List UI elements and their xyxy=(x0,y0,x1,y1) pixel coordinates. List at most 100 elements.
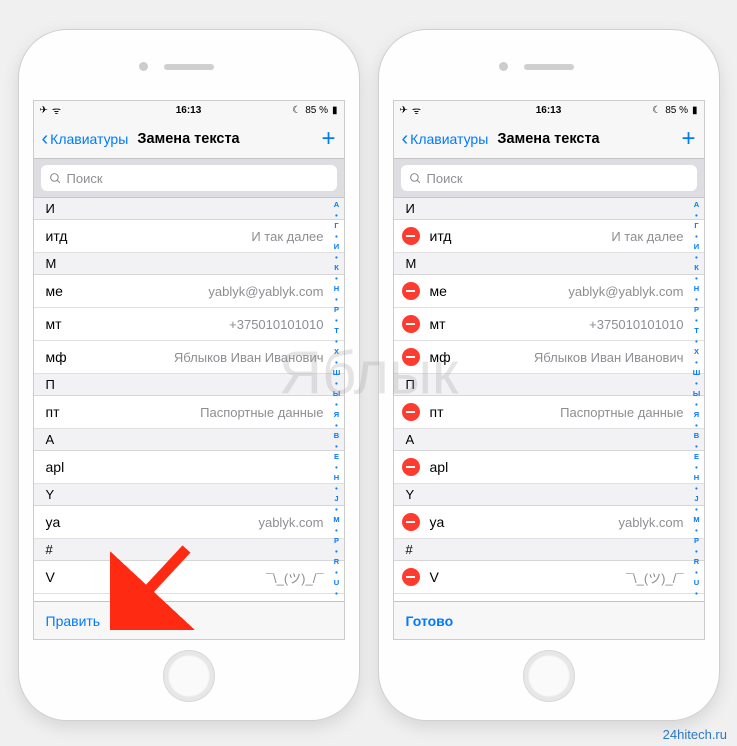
airplane-icon: ✈ xyxy=(400,105,408,116)
shortcut-key: V xyxy=(430,569,439,585)
shortcut-phrase: +375010101010 xyxy=(589,317,689,332)
delete-icon[interactable] xyxy=(402,403,420,421)
delete-icon[interactable] xyxy=(402,348,420,366)
toolbar: Править xyxy=(34,601,344,639)
section-header: И xyxy=(34,198,344,220)
shortcut-row[interactable]: мф Яблыков Иван Иванович xyxy=(394,341,704,374)
screen-left: ✈ ᯤ 16:13 ☾ 85 % ▮ ‹ Клавиатуры Замена т… xyxy=(33,100,345,640)
dnd-moon-icon: ☾ xyxy=(292,105,301,116)
search-placeholder: Поиск xyxy=(67,171,103,186)
shortcut-key: apl xyxy=(430,459,449,475)
delete-icon[interactable] xyxy=(402,458,420,476)
shortcut-row[interactable]: V ¯\_(ツ)_/¯ xyxy=(34,561,344,594)
shortcut-row[interactable]: ме yablyk@yablyk.com xyxy=(394,275,704,308)
section-header: # xyxy=(34,539,344,561)
home-button[interactable] xyxy=(163,650,215,702)
section-header: A xyxy=(394,429,704,451)
edit-button[interactable]: Править xyxy=(46,613,101,629)
wifi-icon: ᯤ xyxy=(412,103,421,117)
phone-left: ✈ ᯤ 16:13 ☾ 85 % ▮ ‹ Клавиатуры Замена т… xyxy=(19,30,359,720)
done-button[interactable]: Готово xyxy=(406,613,454,629)
delete-icon[interactable] xyxy=(402,282,420,300)
add-button[interactable]: + xyxy=(321,127,335,151)
section-header: П xyxy=(34,374,344,396)
battery-icon: ▮ xyxy=(692,105,698,116)
status-bar: ✈ ᯤ 16:13 ☾ 85 % ▮ xyxy=(394,101,704,119)
shortcut-row[interactable]: apl xyxy=(34,451,344,484)
shortcut-row[interactable]: apl xyxy=(394,451,704,484)
shortcut-key: мф xyxy=(430,349,451,365)
back-label: Клавиатуры xyxy=(410,131,488,147)
screen-right: ✈ ᯤ 16:13 ☾ 85 % ▮ ‹ Клавиатуры Замена т… xyxy=(393,100,705,640)
delete-icon[interactable] xyxy=(402,315,420,333)
nav-bar: ‹ Клавиатуры Замена текста + xyxy=(34,119,344,159)
shortcut-key: пт xyxy=(46,404,60,420)
shortcut-phrase: ¯\_(ツ)_/¯ xyxy=(266,568,330,587)
section-header: # xyxy=(394,539,704,561)
shortcut-phrase: yablyk.com xyxy=(618,515,689,530)
section-header: Y xyxy=(394,484,704,506)
nav-title: Замена текста xyxy=(137,131,239,147)
toolbar: Готово xyxy=(394,601,704,639)
shortcut-key: итд xyxy=(430,228,452,244)
section-header: И xyxy=(394,198,704,220)
shortcut-row[interactable]: пт Паспортные данные xyxy=(34,396,344,429)
shortcut-list[interactable]: Иитд И так далее Мме yablyk@yablyk.com мт +37… xyxy=(394,198,704,601)
delete-icon[interactable] xyxy=(402,227,420,245)
shortcut-row[interactable]: мт+375010101010 xyxy=(34,308,344,341)
shortcut-key: мт xyxy=(46,316,62,332)
search-bar[interactable]: Поиск xyxy=(34,159,344,198)
shortcut-phrase: Паспортные данные xyxy=(200,405,329,420)
shortcut-key: итд xyxy=(46,228,68,244)
shortcut-key: пт xyxy=(430,404,444,420)
add-button[interactable]: + xyxy=(681,127,695,151)
wifi-icon: ᯤ xyxy=(52,103,61,117)
search-bar[interactable]: Поиск xyxy=(394,159,704,198)
shortcut-phrase: yablyk@yablyk.com xyxy=(568,284,689,299)
phone-right: ✈ ᯤ 16:13 ☾ 85 % ▮ ‹ Клавиатуры Замена т… xyxy=(379,30,719,720)
section-header: М xyxy=(34,253,344,275)
shortcut-phrase: Паспортные данные xyxy=(560,405,689,420)
delete-icon[interactable] xyxy=(402,568,420,586)
section-header: A xyxy=(34,429,344,451)
shortcut-phrase: yablyk.com xyxy=(258,515,329,530)
shortcut-row[interactable]: пт Паспортные данные xyxy=(394,396,704,429)
dnd-moon-icon: ☾ xyxy=(652,105,661,116)
battery-text: 85 % xyxy=(665,105,688,116)
shortcut-phrase: Яблыков Иван Иванович xyxy=(534,350,690,365)
shortcut-row[interactable]: V¯\_(ツ)_/¯ xyxy=(394,561,704,594)
shortcut-phrase: Яблыков Иван Иванович xyxy=(174,350,330,365)
chevron-left-icon: ‹ xyxy=(42,129,49,149)
back-button[interactable]: ‹ Клавиатуры xyxy=(42,129,129,149)
shortcut-row[interactable]: ya yablyk.com xyxy=(34,506,344,539)
shortcut-key: ме xyxy=(46,283,63,299)
shortcut-phrase: yablyk@yablyk.com xyxy=(208,284,329,299)
search-icon xyxy=(409,172,422,185)
shortcut-key: ya xyxy=(46,514,61,530)
airplane-icon: ✈ xyxy=(40,105,48,116)
nav-bar: ‹ Клавиатуры Замена текста + xyxy=(394,119,704,159)
shortcut-row[interactable]: итдИ так далее xyxy=(34,220,344,253)
chevron-left-icon: ‹ xyxy=(402,129,409,149)
home-button[interactable] xyxy=(523,650,575,702)
shortcut-list[interactable]: ИитдИ так далееМме yablyk@yablyk.com мт+37… xyxy=(34,198,344,601)
search-icon xyxy=(49,172,62,185)
shortcut-key: V xyxy=(46,569,55,585)
section-header: М xyxy=(394,253,704,275)
shortcut-row[interactable]: yayablyk.com xyxy=(394,506,704,539)
shortcut-row[interactable]: мфЯблыков Иван Иванович xyxy=(34,341,344,374)
shortcut-phrase: И так далее xyxy=(611,229,689,244)
back-button[interactable]: ‹ Клавиатуры xyxy=(402,129,489,149)
delete-icon[interactable] xyxy=(402,513,420,531)
shortcut-key: мт xyxy=(430,316,446,332)
back-label: Клавиатуры xyxy=(50,131,128,147)
source-credit: 24hitech.ru xyxy=(663,727,727,742)
shortcut-row[interactable]: итд И так далее xyxy=(394,220,704,253)
status-bar: ✈ ᯤ 16:13 ☾ 85 % ▮ xyxy=(34,101,344,119)
battery-text: 85 % xyxy=(305,105,328,116)
shortcut-row[interactable]: ме yablyk@yablyk.com xyxy=(34,275,344,308)
battery-icon: ▮ xyxy=(332,105,338,116)
shortcut-key: ме xyxy=(430,283,447,299)
nav-title: Замена текста xyxy=(497,131,599,147)
shortcut-row[interactable]: мт +375010101010 xyxy=(394,308,704,341)
